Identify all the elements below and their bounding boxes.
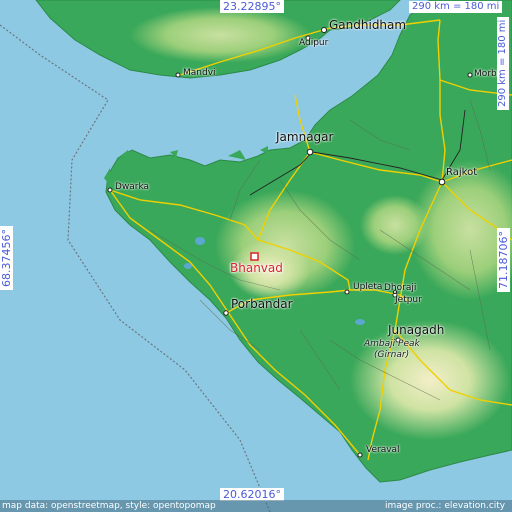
gir-hills	[350, 320, 510, 440]
city-label-mandvi[interactable]: Mandvi	[183, 69, 216, 78]
map-view[interactable]: Gandhidham Adipur Mandvi Morbi Jamnagar …	[0, 0, 512, 512]
city-label-porbandar[interactable]: Porbandar	[231, 298, 293, 310]
lake	[355, 319, 365, 325]
credit-map-data[interactable]: map data: openstreetmap, style: opentopo…	[2, 502, 216, 511]
city-label-rajkot[interactable]: Rajkot	[446, 168, 477, 178]
lake	[195, 237, 205, 245]
credit-image-proc[interactable]: image proc.: elevation.city	[385, 502, 505, 511]
city-label-junagadh[interactable]: Junagadh	[388, 324, 444, 336]
peak-label-line2: (Girnar)	[374, 350, 410, 360]
city-label-dhoraji[interactable]: Dhoraji	[384, 284, 416, 293]
city-label-veraval[interactable]: Veraval	[366, 446, 400, 455]
city-label-morbi[interactable]: Morbi	[474, 70, 499, 79]
scale-vertical: 290 km = 180 mi	[497, 16, 509, 110]
rajkot-hills	[360, 195, 430, 255]
city-label-jamnagar[interactable]: Jamnagar	[276, 131, 333, 143]
coord-top: 23.22895°	[220, 0, 284, 13]
coord-left: 68.37456°	[0, 226, 13, 290]
city-label-upleta[interactable]: Upleta	[353, 283, 382, 292]
kutch-hills	[130, 7, 310, 63]
city-label-adipur[interactable]: Adipur	[299, 39, 328, 48]
coord-right: 71.18706°	[497, 228, 510, 292]
target-label[interactable]: Bhanvad	[230, 262, 283, 274]
target-marker	[250, 252, 259, 261]
scale-horizontal: 290 km = 180 mi	[409, 1, 503, 13]
peak-label-line1: Ambaji Peak	[364, 339, 420, 349]
terrain-layer	[0, 0, 512, 512]
city-label-gandhidham[interactable]: Gandhidham	[329, 19, 406, 31]
city-label-dwarka[interactable]: Dwarka	[115, 183, 149, 192]
city-label-jetpur[interactable]: Jetpur	[395, 296, 422, 305]
